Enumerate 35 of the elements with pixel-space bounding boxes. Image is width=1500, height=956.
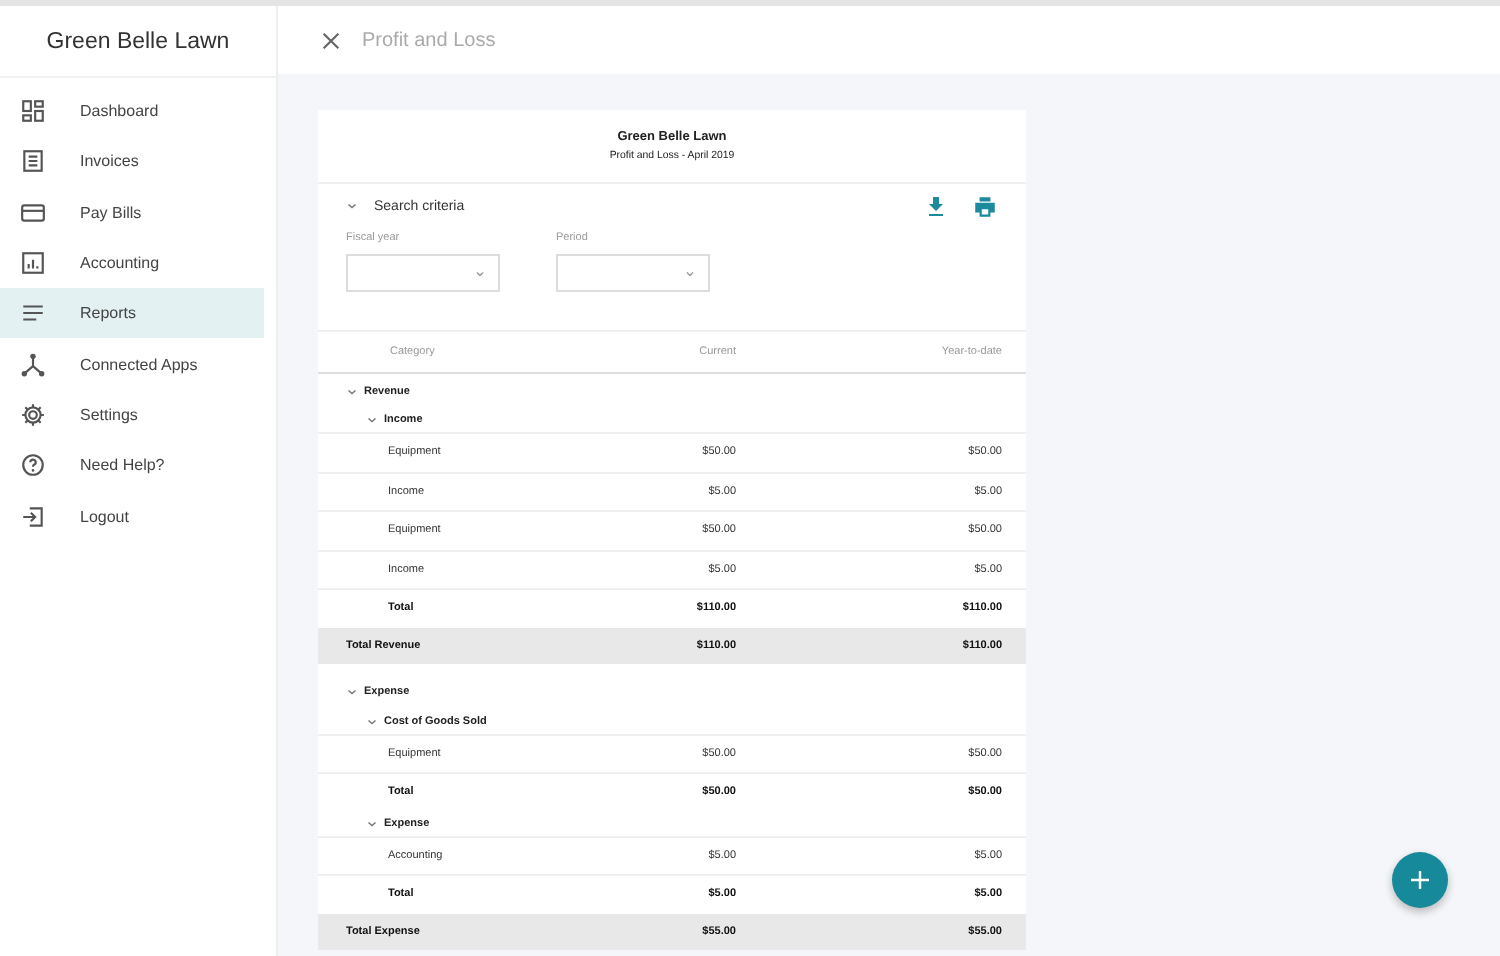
caret-icon	[474, 267, 486, 279]
credit-card-icon	[20, 199, 46, 226]
network-icon	[20, 351, 46, 378]
nav-item[interactable]: Reports	[0, 288, 264, 339]
dropdown-field[interactable]	[556, 254, 710, 292]
chevron-down-icon[interactable]	[366, 715, 378, 727]
nav-item[interactable]: Dashboard	[0, 86, 264, 137]
page-title: Profit and Loss	[362, 29, 496, 51]
chevron-down-icon[interactable]	[346, 385, 358, 397]
document-icon	[20, 148, 46, 175]
nav-item[interactable]: Pay Bills	[0, 187, 264, 238]
nav-item[interactable]: Settings	[0, 389, 264, 441]
dropdown-field[interactable]	[346, 254, 500, 292]
chevron-down-icon[interactable]	[366, 414, 378, 426]
chevron-down-icon[interactable]	[366, 817, 378, 829]
nav-item[interactable]: Logout	[0, 490, 264, 542]
print-icon[interactable]	[972, 193, 998, 219]
logout-icon	[20, 503, 46, 530]
grid-icon	[20, 98, 46, 125]
chevron-down-icon[interactable]	[346, 200, 358, 212]
nav-item[interactable]: Connected Apps	[0, 338, 264, 390]
plus-icon	[1408, 868, 1432, 892]
close-icon[interactable]	[320, 29, 342, 51]
download-icon[interactable]	[924, 194, 948, 218]
bar-chart-icon	[20, 250, 46, 277]
nav-item[interactable]: Need Help?	[0, 440, 264, 491]
chevron-down-icon[interactable]	[346, 686, 358, 698]
settings-icon	[20, 401, 46, 428]
nav-item[interactable]: Invoices	[0, 136, 264, 188]
app-title: Green Belle Lawn	[0, 6, 276, 78]
nav-item[interactable]: Accounting	[0, 237, 264, 289]
lines-icon	[20, 300, 46, 327]
caret-icon	[684, 267, 696, 279]
add-button[interactable]	[1392, 852, 1448, 908]
help-icon	[20, 452, 46, 479]
